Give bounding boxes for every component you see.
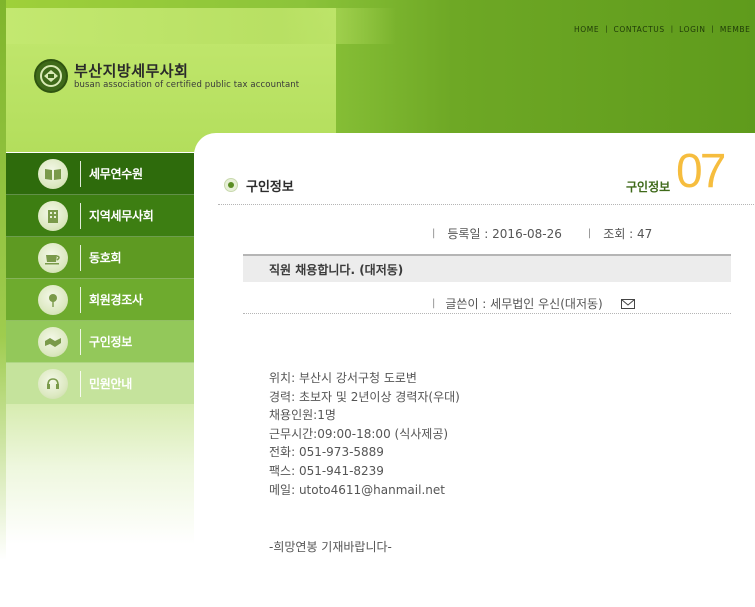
body-line-headcount: 채용인원:1명 [269, 408, 336, 423]
mail-icon[interactable] [620, 298, 635, 309]
body-line-fax: 팩스: 051-941-8239 [269, 463, 384, 478]
body-line-hours: 근무시간:09:00-18:00 (식사제공) [269, 426, 449, 441]
nav-divider [80, 160, 81, 187]
sidebar-item-job-info[interactable]: 구인정보 [6, 321, 194, 363]
top-link-contactus[interactable]: CONTACTUS [614, 25, 665, 34]
post-title: 직원 채용합니다. (대저동) [269, 263, 404, 277]
post-date: 등록일 : 2016-08-26 [447, 226, 562, 241]
meta-separator: | [432, 297, 436, 309]
nav-divider [80, 328, 81, 355]
logo-title: 부산지방세무사회 [74, 61, 189, 80]
nav-divider [80, 202, 81, 229]
nav-divider [80, 244, 81, 271]
top-link-separator: | [605, 25, 608, 33]
sidebar-item-clubs[interactable]: 동호회 [6, 237, 194, 279]
post-views: 조회 : 47 [603, 226, 653, 241]
top-link-separator: | [670, 25, 674, 33]
section-badge-label: 구인정보 [626, 180, 671, 194]
sidebar-item-regional-association[interactable]: 지역세무사회 [6, 195, 194, 237]
headset-icon [38, 368, 68, 399]
sidebar-item-label: 동호회 [89, 251, 122, 265]
post-author-row: | 글쓴이 : 세무법인 우신(대저동) [432, 295, 635, 311]
handshake-icon [38, 326, 68, 357]
post-body: 위치: 부산시 강서구청 도로변 경력: 초보자 및 2년이상 경력자(우대) … [269, 369, 460, 499]
page-title: 구인정보 [246, 179, 294, 195]
page-heading: 구인정보 [224, 176, 294, 195]
sidebar-item-label: 세무연수원 [89, 167, 143, 181]
nav-divider [80, 370, 81, 397]
post-title-bar: 직원 채용합니다. (대저동) [243, 254, 731, 282]
post-author: 글쓴이 : 세무법인 우신(대저동) [445, 296, 603, 311]
heading-bullet-icon [224, 178, 238, 192]
top-links: HOME | CONTACTUS | LOGIN | MEMBE [574, 23, 750, 35]
body-line-phone: 전화: 051-973-5889 [269, 445, 384, 460]
meta-separator: | [432, 227, 436, 239]
sidebar-fade [6, 404, 194, 544]
logo-subtitle: busan association of certified public ta… [74, 79, 300, 90]
sidebar-item-civil-service[interactable]: 민원안내 [6, 363, 194, 405]
author-divider [243, 313, 731, 314]
site-logo[interactable]: 부산지방세무사회 busan association of certified … [34, 57, 299, 95]
nav-divider [80, 286, 81, 313]
body-line-email: 메일: utoto4611@hanmail.net [269, 482, 445, 497]
building-icon [38, 200, 68, 231]
post-meta: | 등록일 : 2016-08-26 | 조회 : 47 [432, 225, 652, 241]
top-link-home[interactable]: HOME [574, 25, 599, 34]
sidebar-item-tax-training[interactable]: 세무연수원 [6, 153, 194, 195]
body-line-experience: 경력: 초보자 및 2년이상 경력자(우대) [269, 389, 460, 404]
sidebar-item-label: 구인정보 [89, 335, 132, 349]
flower-icon [38, 284, 68, 315]
sidebar-item-member-events[interactable]: 회원경조사 [6, 279, 194, 321]
top-link-login[interactable]: LOGIN [679, 25, 705, 34]
heading-divider [218, 204, 754, 205]
sidebar-item-label: 민원안내 [89, 377, 132, 391]
book-icon [38, 158, 68, 189]
post-closing: -희망연봉 기재바랍니다- [269, 540, 392, 554]
section-badge-number: 07 [676, 145, 726, 198]
body-line-location: 위치: 부산시 강서구청 도로변 [269, 371, 417, 385]
tea-cup-icon [38, 242, 68, 273]
association-logo-icon [34, 59, 68, 93]
top-link-member[interactable]: MEMBE [720, 25, 751, 34]
meta-separator: | [587, 227, 592, 239]
top-link-separator: | [711, 25, 714, 33]
sidebar-item-label: 회원경조사 [89, 293, 143, 307]
sidebar-item-label: 지역세무사회 [89, 209, 154, 223]
header-highlight-top [6, 8, 396, 44]
sidebar-nav: 세무연수원 지역세무사회 동호회 회원경조사 구인정보 민원안내 [6, 153, 194, 405]
logo-text: 부산지방세무사회 busan association of certified … [74, 62, 299, 91]
